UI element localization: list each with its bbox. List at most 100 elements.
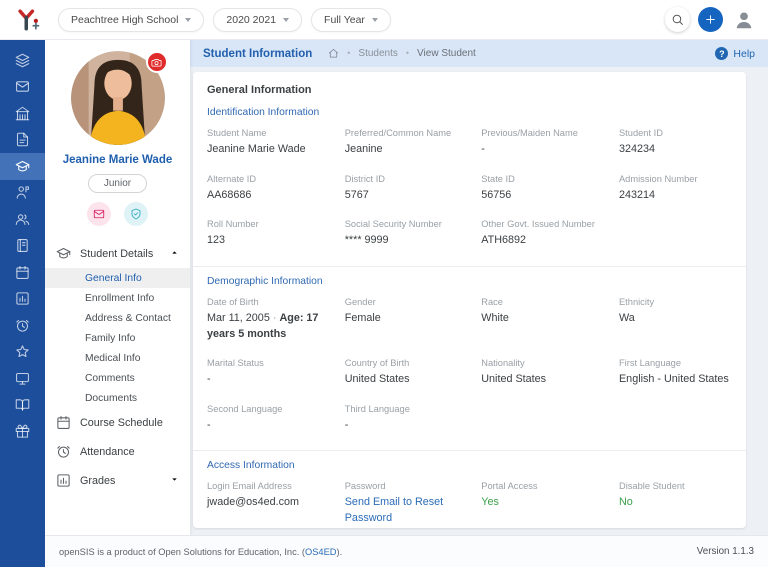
- field-value: Yes: [481, 496, 499, 509]
- student-photo-wrap: [70, 51, 168, 145]
- field-label: Gender: [344, 296, 376, 307]
- staff-icon: [15, 185, 30, 200]
- rail-item-layers[interactable]: [0, 47, 45, 74]
- footer-text: openSIS is a product of Open Solutions f…: [59, 546, 343, 557]
- field-grid: Date of Birth Mar 11, 2005Age: 17 years 5…: [207, 297, 732, 450]
- sidebar-item-medical-info[interactable]: Medical Info: [45, 348, 190, 368]
- change-photo-button[interactable]: [145, 51, 168, 73]
- email-student-button[interactable]: [87, 202, 111, 226]
- school-selector-value: Peachtree High School: [71, 13, 179, 26]
- help-button[interactable]: Help: [715, 47, 755, 60]
- sidebar-item-label: Attendance: [80, 445, 135, 458]
- sidebar-item-documents[interactable]: Documents: [45, 388, 190, 408]
- rail-item-monitor[interactable]: [0, 365, 45, 392]
- field-value: -: [344, 418, 349, 431]
- sidebar-item-general-info[interactable]: General Info: [45, 268, 190, 288]
- chevron-up-icon: [170, 248, 179, 260]
- top-header: Peachtree High School 2020 2021 Full Yea…: [0, 0, 768, 40]
- shield-check-icon: [130, 208, 142, 220]
- section-title-access-information: Access Information: [207, 460, 295, 472]
- sidebar-item-family-info[interactable]: Family Info: [45, 328, 190, 348]
- rail-item-gift[interactable]: [0, 418, 45, 445]
- search-button[interactable]: [665, 7, 690, 32]
- student-name: Jeanine Marie Wade: [62, 154, 173, 166]
- footer: openSIS is a product of Open Solutions f…: [45, 535, 768, 567]
- grade-level-badge[interactable]: Junior: [87, 174, 148, 193]
- sidebar-item-enrollment-info[interactable]: Enrollment Info: [45, 288, 190, 308]
- field-label: Login Email Address: [207, 481, 292, 492]
- rail-item-chart[interactable]: [0, 286, 45, 313]
- sidebar-item-comments[interactable]: Comments: [45, 368, 190, 388]
- sidebar-item-course-schedule[interactable]: Course Schedule: [45, 408, 190, 437]
- field-marital-status: Marital Status -: [207, 358, 335, 388]
- field-district-id: District ID 5767: [345, 174, 472, 204]
- field-value-suffix: Age: 17 years 5 months: [207, 312, 318, 340]
- field-value: -: [207, 418, 211, 431]
- graduation-cap-icon: [15, 159, 30, 174]
- field-value[interactable]: Send Email to Reset Password: [345, 495, 472, 526]
- rail-item-clock[interactable]: [0, 312, 45, 339]
- field-value: United States: [481, 373, 547, 386]
- field-value: AA68686: [207, 188, 252, 201]
- search-icon: [671, 13, 684, 26]
- rail-item-open-book[interactable]: [0, 392, 45, 419]
- field-label: Third Language: [344, 403, 410, 414]
- breadcrumb-item-students[interactable]: Students: [339, 48, 397, 59]
- field-value: **** 9999: [344, 234, 389, 247]
- graduation-cap-icon: [56, 246, 71, 261]
- plus-icon: [704, 13, 717, 26]
- version-label: Version 1.1.3: [696, 546, 754, 557]
- section-divider: [193, 450, 746, 452]
- page-title: Student Information: [203, 47, 313, 60]
- sidebar-item-student-details[interactable]: Student Details: [45, 239, 190, 268]
- year-selector[interactable]: 2020 2021: [213, 7, 303, 32]
- rail-item-notebook[interactable]: [0, 233, 45, 260]
- field-preferred-common-name: Preferred/Common Name Jeanine: [345, 128, 472, 158]
- add-button[interactable]: [698, 7, 723, 32]
- sidebar-item-grades[interactable]: Grades: [45, 466, 190, 495]
- rail-item-document[interactable]: [0, 127, 45, 154]
- field-ethnicity: Ethnicity Wa: [619, 297, 732, 342]
- field-label: Student Name: [207, 128, 267, 138]
- field-label: Marital Status: [207, 358, 264, 369]
- rail-item-staff[interactable]: [0, 180, 45, 207]
- user-avatar-button[interactable]: [731, 7, 756, 32]
- rail-item-mail[interactable]: [0, 74, 45, 101]
- os4ed-link[interactable]: OS4ED: [305, 547, 337, 557]
- opensis-logo-icon: [18, 9, 40, 30]
- envelope-icon: [93, 208, 105, 220]
- rail-item-star[interactable]: [0, 339, 45, 366]
- field-value: jwade@os4ed.com: [207, 496, 299, 509]
- layers-icon: [15, 53, 30, 68]
- sidebar-item-label: Grades: [80, 474, 116, 487]
- breadcrumb-item-view-student: View Student: [398, 48, 476, 59]
- year-selector-value: 2020 2021: [226, 13, 277, 26]
- rail-item-graduation-cap[interactable]: [0, 153, 45, 180]
- icon-rail: [0, 40, 45, 567]
- field-value: White: [481, 311, 509, 324]
- monitor-icon: [15, 371, 30, 386]
- chevron-down-icon: [170, 475, 179, 487]
- chevron-down-icon: [185, 17, 192, 22]
- clock-icon: [56, 444, 71, 459]
- student-side-panel: Jeanine Marie Wade Junior Student Detail…: [45, 40, 190, 535]
- rail-item-users[interactable]: [0, 206, 45, 233]
- rail-item-school[interactable]: [0, 100, 45, 127]
- school-selector[interactable]: Peachtree High School: [58, 7, 205, 32]
- open-book-icon: [15, 397, 30, 412]
- term-selector[interactable]: Full Year: [311, 7, 391, 32]
- portal-access-button[interactable]: [124, 202, 148, 226]
- card-title: General Information: [207, 84, 312, 96]
- field-race: Race White: [481, 297, 609, 342]
- sidebar-item-address-contact[interactable]: Address & Contact: [45, 308, 190, 328]
- field-label: Admission Number: [618, 173, 698, 184]
- rail-item-calendar[interactable]: [0, 259, 45, 286]
- chart-icon: [56, 473, 71, 488]
- field-value: 243214: [618, 188, 656, 201]
- sidebar-item-attendance[interactable]: Attendance: [45, 437, 190, 466]
- field-label: Nationality: [481, 358, 525, 369]
- field-label: Password: [344, 481, 386, 492]
- school-icon: [15, 106, 30, 121]
- home-breadcrumb[interactable]: [328, 48, 339, 59]
- section-title-demographic-information: Demographic Information: [207, 275, 323, 287]
